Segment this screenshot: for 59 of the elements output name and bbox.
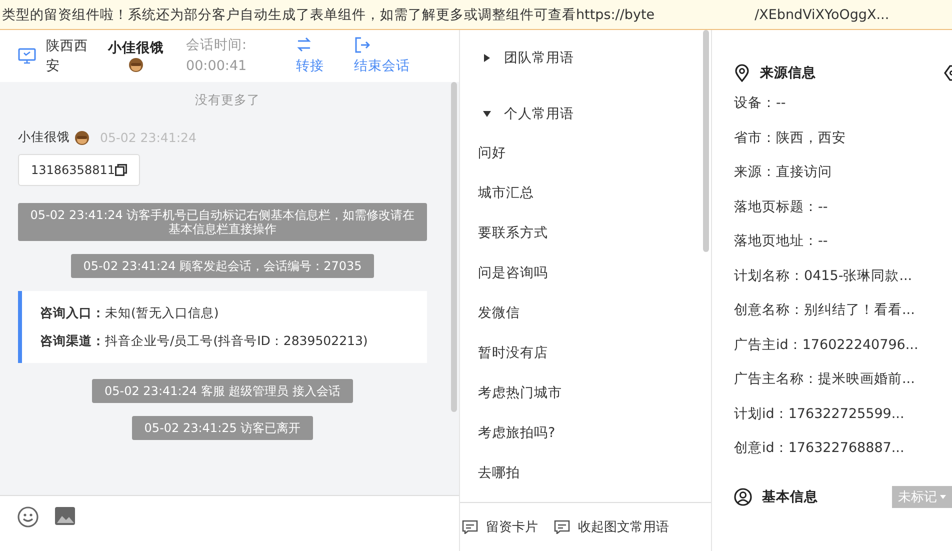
info-field: 来源：直接访问 (734, 163, 952, 198)
phrase-item[interactable]: 考虑旅拍吗? (478, 422, 711, 462)
phrase-item[interactable]: 问好 (478, 142, 711, 182)
notice-link[interactable]: /XEbndViXYoOggX... (754, 6, 890, 22)
info-line: 咨询入口：未知(暂无入口信息) (40, 304, 220, 322)
info-field: 落地页地址：-- (734, 232, 952, 266)
no-more-text: 没有更多了 (194, 92, 261, 109)
info-field: 计划名称：0415-张琳同款... (734, 266, 952, 301)
info-line: 咨询渠道：抖音企业号/员工号(抖音号ID：2839502213) (40, 332, 369, 350)
phone-number-text: 13186358811 (31, 163, 115, 177)
swap-arrows-icon (296, 37, 312, 53)
copy-icon (114, 164, 127, 176)
caret-right-icon (482, 53, 492, 63)
info-field: 广告主名称：提米映画婚前... (734, 370, 952, 404)
info-field: 落地页标题：-- (734, 198, 952, 232)
sender-name: 小佳很饿 (18, 129, 70, 146)
info-field: 广告主id：176022240796... (734, 336, 952, 370)
phrase-action-button[interactable]: 留资卡片 (462, 518, 538, 536)
phrase-group-toggle[interactable]: 个人常用语 (478, 86, 711, 142)
message-time: 05-02 23:41:24 (100, 130, 196, 145)
timer-value: 00:00:41 (186, 57, 248, 76)
info-field: 计划id：176322725599... (734, 404, 952, 439)
group-label: 个人常用语 (504, 105, 574, 123)
exit-icon (354, 37, 370, 53)
caret-down-icon (482, 109, 492, 119)
phrase-item[interactable]: 要联系方式 (478, 222, 711, 262)
visitor-name: 小佳很饿 (108, 39, 164, 57)
monkey-emoji-icon (74, 130, 90, 146)
section-title: 基本信息 (762, 488, 818, 506)
phrase-item[interactable]: 去哪拍 (478, 462, 711, 502)
section-title: 来源信息 (760, 64, 816, 82)
user-circle-icon (734, 488, 752, 506)
timer-label: 会话时间: (186, 36, 248, 55)
monitor-icon (18, 48, 36, 64)
smiley-icon (17, 506, 39, 528)
image-icon (54, 506, 76, 526)
system-message: 05-02 23:41:24 访客手机号已自动标记右侧基本信息栏，如需修改请在基本信息栏直接操作 (18, 203, 427, 241)
info-field: 创意id：176322768887... (734, 439, 952, 474)
phrase-item[interactable]: 考虑热门城市 (478, 382, 711, 422)
monkey-emoji-icon (128, 57, 144, 73)
info-field: 创意名称：别纠结了！看看... (734, 301, 952, 336)
phrase-group-toggle[interactable]: 团队常用语 (478, 30, 711, 86)
caret-down-icon (940, 494, 946, 498)
system-message: 05-02 23:41:24 顾客发起会话，会话编号：27035 (71, 254, 374, 278)
phrase-item[interactable]: 发微信 (478, 302, 711, 342)
phrase-item[interactable]: 城市汇总 (478, 182, 711, 222)
phrase-item[interactable]: 问是咨询吗 (478, 262, 711, 302)
info-field: 设备：-- (734, 94, 952, 128)
system-message: 05-02 23:41:25 访客已离开 (132, 416, 313, 440)
notice-text: 类型的留资组件啦！系统还为部分客户自动生成了表单组件，如需了解更多或调整组件可查看https://byte (2, 6, 655, 24)
phrase-action-button[interactable]: 收起图文常用语 (554, 518, 669, 536)
message-icon (554, 520, 570, 534)
phrase-item[interactable]: 暂时没有店 (478, 342, 711, 382)
location-text: 陕西西安 (46, 37, 89, 76)
info-field: 省市：陕西，西安 (734, 128, 952, 163)
system-message: 05-02 23:41:24 客服 超级管理员 接入会话 (92, 379, 353, 403)
group-label: 团队常用语 (504, 49, 574, 67)
location-pin-icon (734, 64, 750, 82)
message-icon (462, 520, 478, 534)
